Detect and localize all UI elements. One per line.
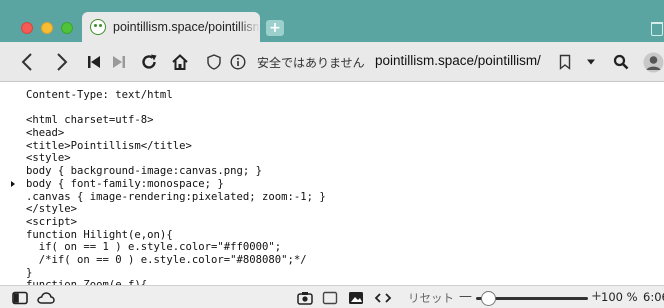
zoom-reset-button[interactable]: リセット: [408, 290, 454, 306]
source-line: /*if( on == 0 ) e.style.color="#808080";…: [26, 253, 307, 266]
zoom-window-button[interactable]: [61, 22, 73, 34]
back-button[interactable]: [18, 52, 36, 72]
zoom-slider-thumb[interactable]: [481, 291, 497, 306]
bookmark-icon: [559, 54, 571, 70]
close-window-button[interactable]: [21, 22, 33, 34]
line-marker-icon: [11, 181, 15, 187]
source-line: function Hilight(e,on){: [26, 228, 173, 241]
source-line: <head>: [26, 127, 65, 140]
url-field[interactable]: pointillism.space/pointillism/: [375, 53, 541, 68]
image-icon[interactable]: [348, 290, 364, 308]
profile-button[interactable]: [643, 52, 664, 72]
security-warning-label[interactable]: 安全ではありません: [257, 54, 365, 71]
source-line: [26, 102, 326, 115]
window-icon[interactable]: [322, 290, 338, 308]
capture-icon[interactable]: [297, 290, 313, 308]
sidebar-toggle-icon[interactable]: [12, 290, 28, 308]
fast-forward-icon: [113, 56, 125, 68]
reload-icon: [142, 54, 157, 69]
minimize-window-button[interactable]: [41, 22, 53, 34]
zoom-out-button[interactable]: —: [459, 289, 472, 304]
forward-button[interactable]: [53, 52, 71, 72]
source-line: body { background-image:canvas.png; }: [26, 165, 262, 178]
clock-label: 6:06: [643, 290, 664, 304]
rewind-icon: [88, 56, 100, 68]
fast-forward-button[interactable]: [111, 52, 127, 72]
source-line: }: [26, 266, 33, 279]
source-line: body { font-family:monospace; }: [26, 177, 224, 190]
source-line: <title>Pointillism</title>: [26, 139, 192, 152]
source-line: .canvas { image-rendering:pixelated; zoo…: [26, 190, 326, 203]
tab-active[interactable]: pointillism.space/pointillism: [82, 12, 260, 42]
trash-icon[interactable]: [651, 22, 663, 36]
info-icon[interactable]: [230, 54, 246, 74]
page-content: Content-Type: text/html <html charset=utf…: [0, 83, 664, 285]
bookmark-button[interactable]: [557, 52, 573, 72]
navigation-bar: 安全ではありません pointillism.space/pointillism/: [0, 42, 664, 82]
title-bar: pointillism.space/pointillism +: [0, 0, 664, 42]
shield-icon[interactable]: [207, 54, 221, 74]
address-dropdown-button[interactable]: [584, 52, 598, 72]
chevron-left-icon: [21, 53, 32, 71]
rewind-button[interactable]: [86, 52, 102, 72]
search-icon: [613, 54, 629, 70]
source-line: </style>: [26, 203, 78, 216]
source-line: <style>: [26, 152, 71, 165]
source-line: <script>: [26, 215, 78, 228]
cloud-icon[interactable]: [37, 290, 55, 308]
zoom-slider[interactable]: [476, 291, 588, 306]
home-button[interactable]: [170, 52, 190, 72]
new-tab-button[interactable]: +: [266, 20, 284, 36]
status-bar: リセット — + 100 % 6:06: [0, 285, 664, 308]
chevron-right-icon: [57, 53, 68, 71]
avatar-icon: [643, 52, 664, 72]
zoom-level-label: 100 %: [601, 290, 638, 304]
reload-button[interactable]: [139, 52, 159, 72]
site-favicon-icon: [90, 19, 106, 35]
search-button[interactable]: [612, 52, 630, 72]
home-icon: [172, 54, 188, 70]
source-text: Content-Type: text/html <html charset=utf…: [26, 89, 326, 285]
source-line: <html charset=utf-8>: [26, 114, 154, 127]
chevron-down-icon: [587, 59, 595, 65]
code-icon[interactable]: [374, 290, 392, 308]
source-line: Content-Type: text/html: [26, 89, 173, 101]
tab-title: pointillism.space/pointillism: [113, 20, 260, 34]
source-line: if( on == 1 ) e.style.color="#ff0000";: [26, 241, 282, 254]
